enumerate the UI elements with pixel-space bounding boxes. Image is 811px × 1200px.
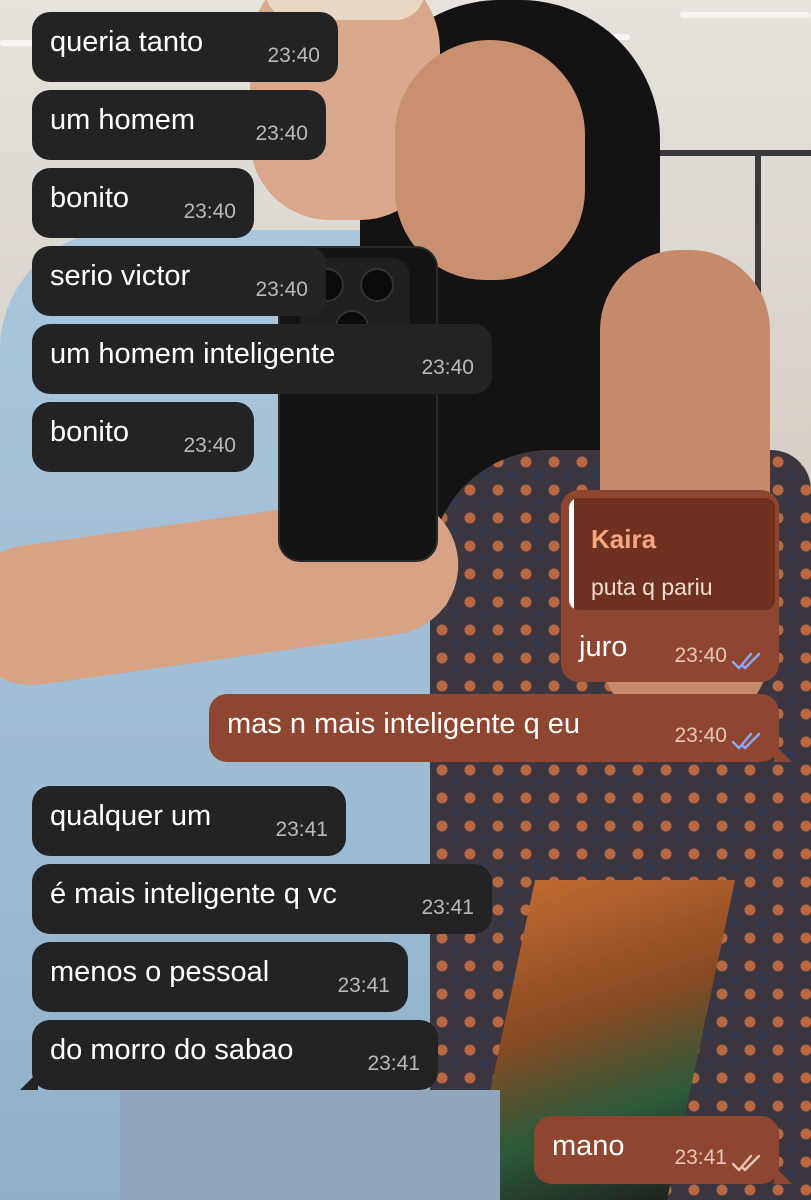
message-text: bonito xyxy=(50,182,130,214)
message-bubble-incoming[interactable]: do morro do sabao 23:41 xyxy=(32,1020,438,1090)
message-time: 23:40 xyxy=(183,200,236,223)
message-time: 23:41 xyxy=(421,896,474,919)
read-receipt-icon xyxy=(731,652,761,670)
message-time: 23:40 xyxy=(421,356,474,379)
message-bubble-outgoing[interactable]: mas n mais inteligente q eu 23:40 xyxy=(209,694,779,762)
read-receipt-icon xyxy=(731,732,761,750)
message-text: do morro do sabao xyxy=(50,1034,294,1066)
person-face xyxy=(395,40,585,280)
message-text: serio victor xyxy=(50,260,191,292)
message-text: mano xyxy=(552,1130,625,1162)
message-bubble-incoming[interactable]: serio victor 23:40 xyxy=(32,246,326,316)
reply-sender-name: Kaira xyxy=(591,524,657,554)
reply-quote[interactable]: Kaira puta q pariu xyxy=(569,498,775,610)
message-time: 23:40 xyxy=(674,724,727,747)
message-text: mas n mais inteligente q eu xyxy=(227,708,581,740)
message-text: qualquer um xyxy=(50,800,212,832)
reply-quoted-text: puta q pariu xyxy=(591,574,713,600)
reply-accent-bar xyxy=(569,498,574,610)
camera-lens xyxy=(360,268,394,302)
message-text: menos o pessoal xyxy=(50,956,270,988)
message-text: juro xyxy=(579,631,628,663)
message-time: 23:41 xyxy=(275,818,328,841)
message-bubble-outgoing[interactable]: mano 23:41 xyxy=(534,1116,779,1184)
message-text: um homem inteligente xyxy=(50,338,336,370)
message-time: 23:40 xyxy=(183,434,236,457)
message-text: é mais inteligente q vc xyxy=(50,878,337,910)
message-bubble-outgoing[interactable]: Kaira puta q pariu juro 23:40 xyxy=(561,490,779,682)
message-bubble-incoming[interactable]: bonito 23:40 xyxy=(32,168,254,238)
message-text: um homem xyxy=(50,104,196,136)
ceiling-light xyxy=(680,12,811,18)
message-bubble-incoming[interactable]: um homem 23:40 xyxy=(32,90,326,160)
message-text: queria tanto xyxy=(50,26,204,58)
message-bubble-incoming[interactable]: queria tanto 23:40 xyxy=(32,12,338,82)
message-text: bonito xyxy=(50,416,130,448)
message-time: 23:40 xyxy=(674,644,727,667)
message-bubble-incoming[interactable]: é mais inteligente q vc 23:41 xyxy=(32,864,492,934)
message-time: 23:40 xyxy=(255,278,308,301)
message-bubble-incoming[interactable]: um homem inteligente 23:40 xyxy=(32,324,492,394)
jeans xyxy=(120,1090,500,1200)
delivered-receipt-icon xyxy=(731,1154,761,1172)
message-time: 23:40 xyxy=(267,44,320,67)
message-bubble-incoming[interactable]: qualquer um 23:41 xyxy=(32,786,346,856)
message-bubble-incoming[interactable]: bonito 23:40 xyxy=(32,402,254,472)
message-time: 23:41 xyxy=(337,974,390,997)
message-time: 23:41 xyxy=(367,1052,420,1075)
message-time: 23:40 xyxy=(255,122,308,145)
message-time: 23:41 xyxy=(674,1146,727,1169)
message-bubble-incoming[interactable]: menos o pessoal 23:41 xyxy=(32,942,408,1012)
